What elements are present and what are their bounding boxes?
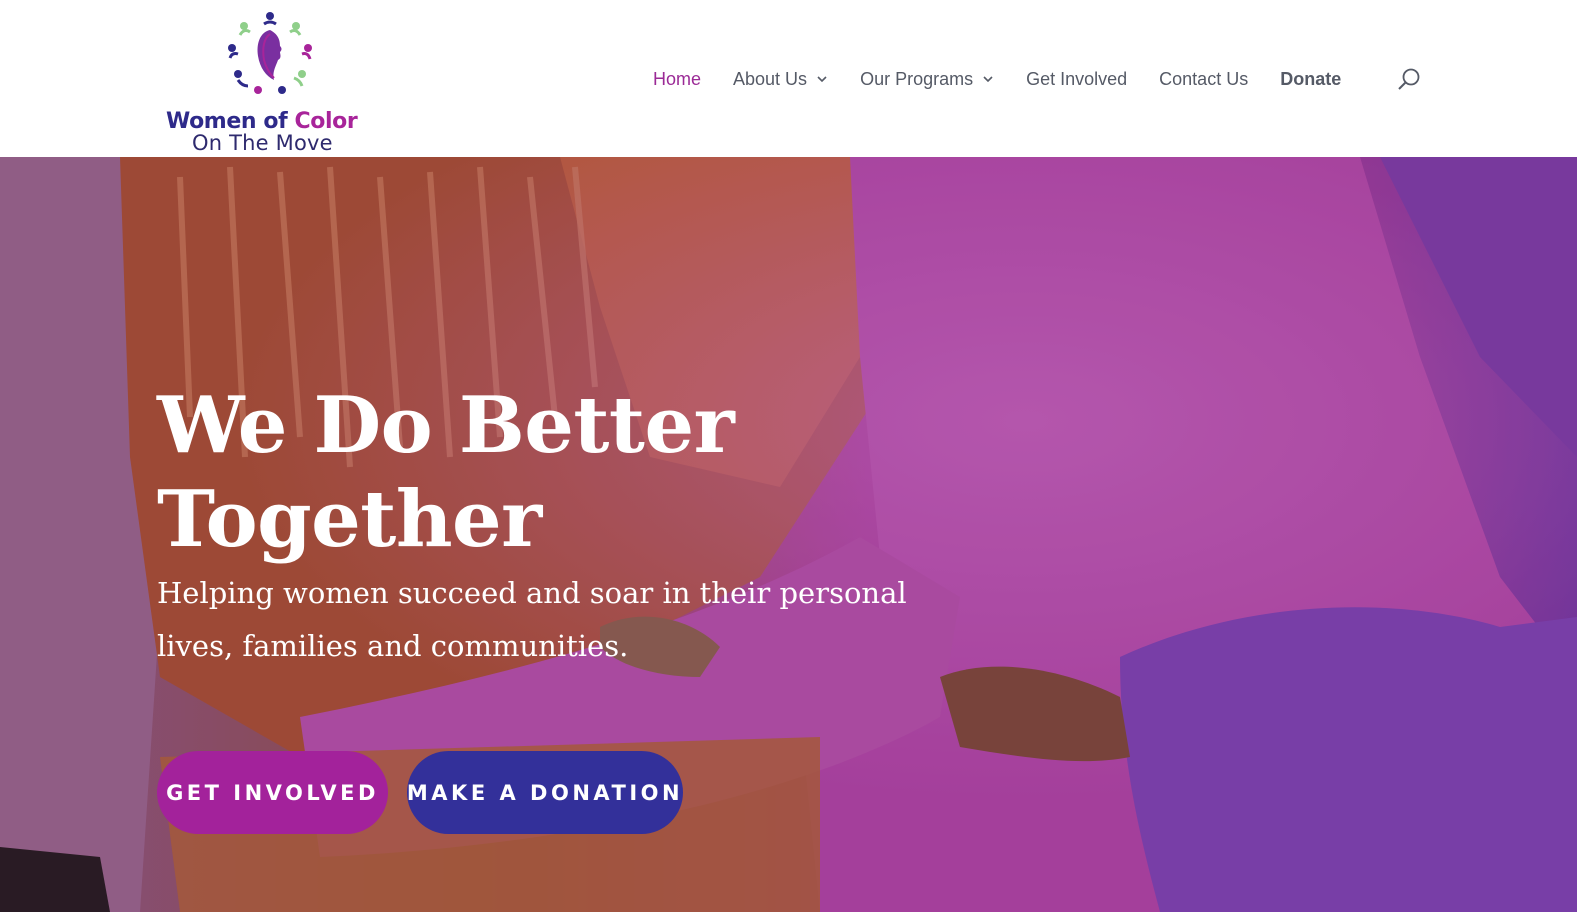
chevron-down-icon <box>983 76 993 83</box>
nav-item-our-programs[interactable]: Our Programs <box>860 64 994 94</box>
hero-title: We Do Better Together <box>157 379 917 567</box>
nav-item-label: About Us <box>733 68 808 89</box>
logo-mark-icon <box>228 12 312 94</box>
hero-title-line2: Together <box>157 474 542 565</box>
site-header: Women of Color On The Move Home About Us… <box>0 0 1577 157</box>
nav-item-contact-us[interactable]: Contact Us <box>1159 64 1248 94</box>
make-a-donation-button[interactable]: MAKE A DONATION <box>407 751 683 834</box>
nav-item-donate[interactable]: Donate <box>1280 64 1341 94</box>
main-nav: Home About Us Our Programs Get Involved … <box>653 64 1373 94</box>
chevron-down-icon <box>817 76 827 83</box>
hero-title-line1: We Do Better <box>157 380 735 471</box>
nav-item-label: Contact Us <box>1159 68 1249 89</box>
get-involved-button[interactable]: GET INVOLVED <box>157 751 388 834</box>
site-logo[interactable]: Women of Color On The Move <box>160 8 380 155</box>
nav-item-about-us[interactable]: About Us <box>733 64 828 94</box>
nav-item-label: Get Involved <box>1026 68 1128 89</box>
nav-item-label: Our Programs <box>860 68 974 89</box>
nav-item-label: Home <box>653 68 702 89</box>
nav-item-get-involved[interactable]: Get Involved <box>1026 64 1127 94</box>
hero-section: We Do Better Together Helping women succ… <box>0 157 1577 912</box>
hero-subtitle-line1: Helping women succeed and soar in their … <box>157 576 907 610</box>
nav-item-home[interactable]: Home <box>653 64 701 94</box>
logo-tagline: On The Move <box>192 131 333 155</box>
nav-item-label: Donate <box>1280 68 1342 89</box>
hero-subtitle-line2: lives, families and communities. <box>157 629 629 663</box>
search-icon[interactable] <box>1396 67 1422 93</box>
hero-subtitle: Helping women succeed and soar in their … <box>157 567 917 673</box>
